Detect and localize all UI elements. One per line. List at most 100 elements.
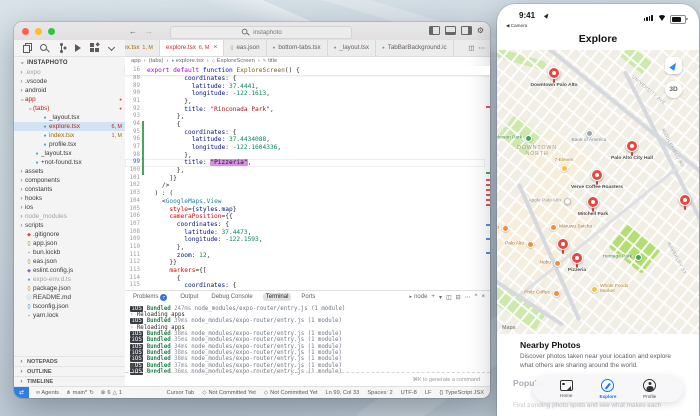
remote-indicator[interactable]: ⇄: [14, 387, 29, 399]
section-notepads[interactable]: ›NOTEPADS: [14, 356, 125, 366]
status-lf[interactable]: LF: [425, 390, 432, 396]
toggle-secondary-sidebar-icon[interactable]: [461, 26, 472, 35]
tree-item-node-modules[interactable]: ›node_modules: [14, 212, 125, 221]
breadcrumb-item-tabs[interactable]: (tabs): [149, 58, 164, 64]
editor[interactable]: 16 export default function ExploreScreen…: [125, 66, 490, 290]
zoom-window-button[interactable]: [48, 28, 55, 35]
map-3d-button[interactable]: 3D: [665, 81, 682, 98]
terminal-shell-item[interactable]: ▸ node: [410, 294, 428, 300]
tree-item-expo-env-d-ts[interactable]: ●expo-env.d.ts: [14, 275, 125, 284]
nav-back-icon[interactable]: ←: [129, 27, 137, 36]
status-branch[interactable]: ⋔ main* ↻: [66, 390, 94, 396]
tab-eas-json[interactable]: {}eas.json: [224, 40, 266, 56]
new-terminal-icon[interactable]: +: [431, 294, 435, 300]
tree-item-gitignore[interactable]: ◆.gitignore: [14, 230, 125, 239]
locate-me-button[interactable]: [665, 57, 682, 74]
chevron-down-icon[interactable]: [107, 43, 117, 53]
close-panel-icon[interactable]: ×: [481, 294, 485, 300]
tab-layout-tsx[interactable]: ●_layout.tsx: [328, 40, 376, 56]
tree-item-not-found-tsx[interactable]: ●+not-found.tsx: [14, 158, 125, 167]
panel-tab-output[interactable]: Output: [177, 293, 201, 301]
tree-item-bun-lockb[interactable]: ▪bun.lockb: [14, 248, 125, 257]
tab-explore[interactable]: Explore: [600, 379, 617, 399]
status-ln-99-col-33[interactable]: Ln 99, Col 33: [326, 390, 360, 396]
panel-tab-debug-console[interactable]: Debug Console: [208, 293, 255, 301]
status-problems[interactable]: ⊗ 6 △ 1: [101, 390, 122, 396]
tree-item-ios[interactable]: ›ios: [14, 203, 125, 212]
tab-explore-tsx[interactable]: explore.tsx6, M×: [160, 40, 225, 56]
more-actions-icon[interactable]: ⋯: [479, 44, 486, 52]
tree-item-readme-md[interactable]: ⓘREADME.md: [14, 293, 125, 302]
tree-item-constants[interactable]: ›constants: [14, 185, 125, 194]
status-typescript-jsx[interactable]: {}TypeScript JSX: [439, 390, 484, 396]
tree-item-index-tsx[interactable]: ●index.tsx1, M: [14, 131, 125, 140]
settings-gear-icon[interactable]: ⚙: [477, 27, 484, 34]
code-line-104: 104 <GoogleMaps.View: [125, 198, 485, 206]
tree-item-package-json[interactable]: {}package.json: [14, 284, 125, 293]
terminal-output[interactable]: iOS Bundled 247ms node_modules/expo-rout…: [125, 304, 490, 376]
tree-item-app[interactable]: ›app●: [14, 95, 125, 104]
toggle-primary-sidebar-icon[interactable]: [429, 26, 440, 35]
status-agents[interactable]: ∞ Agents: [36, 390, 59, 396]
status-utf-8[interactable]: UTF-8: [401, 390, 417, 396]
tab-profile[interactable]: Profile: [643, 379, 656, 399]
tree-item-layout-tsx[interactable]: ●_layout.tsx: [14, 149, 125, 158]
toggle-panel-icon[interactable]: [445, 26, 456, 35]
tree-item-app-json[interactable]: {}app.json: [14, 239, 125, 248]
status-spaces-2[interactable]: Spaces: 2: [367, 390, 392, 396]
tree-item-tsconfig-json[interactable]: {}tsconfig.json: [14, 302, 125, 311]
tree-item-eslint-config-js[interactable]: ◆eslint.config.js: [14, 266, 125, 275]
tree-item-expo[interactable]: ›.expo: [14, 68, 125, 77]
tree-item-android[interactable]: ›android: [14, 86, 125, 95]
tree-item-components[interactable]: ›components: [14, 176, 125, 185]
titlebar[interactable]: ← → instaphoto ⚙: [14, 22, 490, 41]
tree-item-vscode[interactable]: ›.vscode: [14, 77, 125, 86]
panel-tab-terminal[interactable]: Terminal: [263, 293, 292, 301]
section-outline[interactable]: ›OUTLINE: [14, 366, 125, 376]
extensions-icon[interactable]: [90, 43, 100, 53]
tree-item-eas-json[interactable]: {}eas.json: [14, 257, 125, 266]
status-cursor-tab[interactable]: Cursor Tab: [166, 390, 194, 396]
status-not-committed-yet[interactable]: ◇Not Committed Yet: [202, 390, 256, 396]
code-line-113: 113 markers={[: [125, 267, 485, 275]
section-timeline[interactable]: ›TIMELINE: [14, 376, 125, 386]
search-icon[interactable]: [39, 43, 49, 53]
tab-home[interactable]: Home: [560, 380, 573, 398]
panel-tab-problems[interactable]: Problems7: [130, 293, 170, 302]
terminal-dropdown-icon[interactable]: ▾: [439, 294, 442, 301]
breadcrumb-item-app[interactable]: app: [131, 58, 141, 64]
debug-icon[interactable]: [73, 43, 83, 53]
tree-item-yarn-lock[interactable]: ▪yarn.lock: [14, 311, 125, 320]
tab-close-icon[interactable]: ×: [213, 44, 217, 51]
tree-item-hooks[interactable]: ›hooks: [14, 194, 125, 203]
files-icon[interactable]: [22, 43, 32, 53]
tree-item-explore-tsx[interactable]: ●explore.tsx6, M: [14, 122, 125, 131]
tree-item-scripts[interactable]: ›scripts: [14, 221, 125, 230]
tree-item-assets[interactable]: ›assets: [14, 167, 125, 176]
explorer-header[interactable]: › INSTAPHOTO: [14, 57, 125, 68]
tab-tabbarbackground-ic[interactable]: ●TabBarBackground.ic: [376, 40, 454, 56]
command-center-search[interactable]: instaphoto: [170, 26, 352, 39]
maximize-panel-icon[interactable]: ^: [475, 294, 478, 300]
panel-more-icon[interactable]: ⋯: [465, 294, 471, 301]
split-terminal-icon[interactable]: ◫: [446, 294, 452, 301]
minimize-window-button[interactable]: [35, 28, 42, 35]
kill-terminal-icon[interactable]: ⊟: [456, 294, 461, 301]
breadcrumb-item-title[interactable]: ✎ title: [263, 58, 277, 64]
tree-item-layout-tsx[interactable]: ●_layout.tsx: [14, 113, 125, 122]
breadcrumb-item-explore-tsx[interactable]: ● explore.tsx: [171, 58, 203, 64]
tree-item-tabs[interactable]: ›(tabs)●: [14, 104, 125, 113]
nav-forward-icon[interactable]: →: [145, 27, 153, 36]
panel-tab-ports[interactable]: Ports: [298, 293, 318, 301]
back-to-camera-link[interactable]: ◀ Camera: [506, 23, 527, 29]
status-not-committed-yet[interactable]: ◇Not Committed Yet: [264, 390, 318, 396]
tree-item-profile-tsx[interactable]: ●profile.tsx: [14, 140, 125, 149]
close-window-button[interactable]: [22, 28, 29, 35]
breadcrumb-item-explorescreen[interactable]: ◇ ExploreScreen: [212, 58, 255, 64]
tab-bottom-tabs-tsx[interactable]: ●bottom-tabs.tsx: [267, 40, 328, 56]
map-view[interactable]: 3D Maps UNIVERSITY AVEMIDDLEFIELD RDWAVE…: [497, 50, 699, 334]
tab-index-tsx[interactable]: index.tsx1, M: [125, 40, 160, 56]
split-editor-icon[interactable]: ◫: [468, 44, 474, 52]
source-control-icon[interactable]: [56, 43, 66, 53]
overview-ruler[interactable]: [485, 66, 490, 290]
